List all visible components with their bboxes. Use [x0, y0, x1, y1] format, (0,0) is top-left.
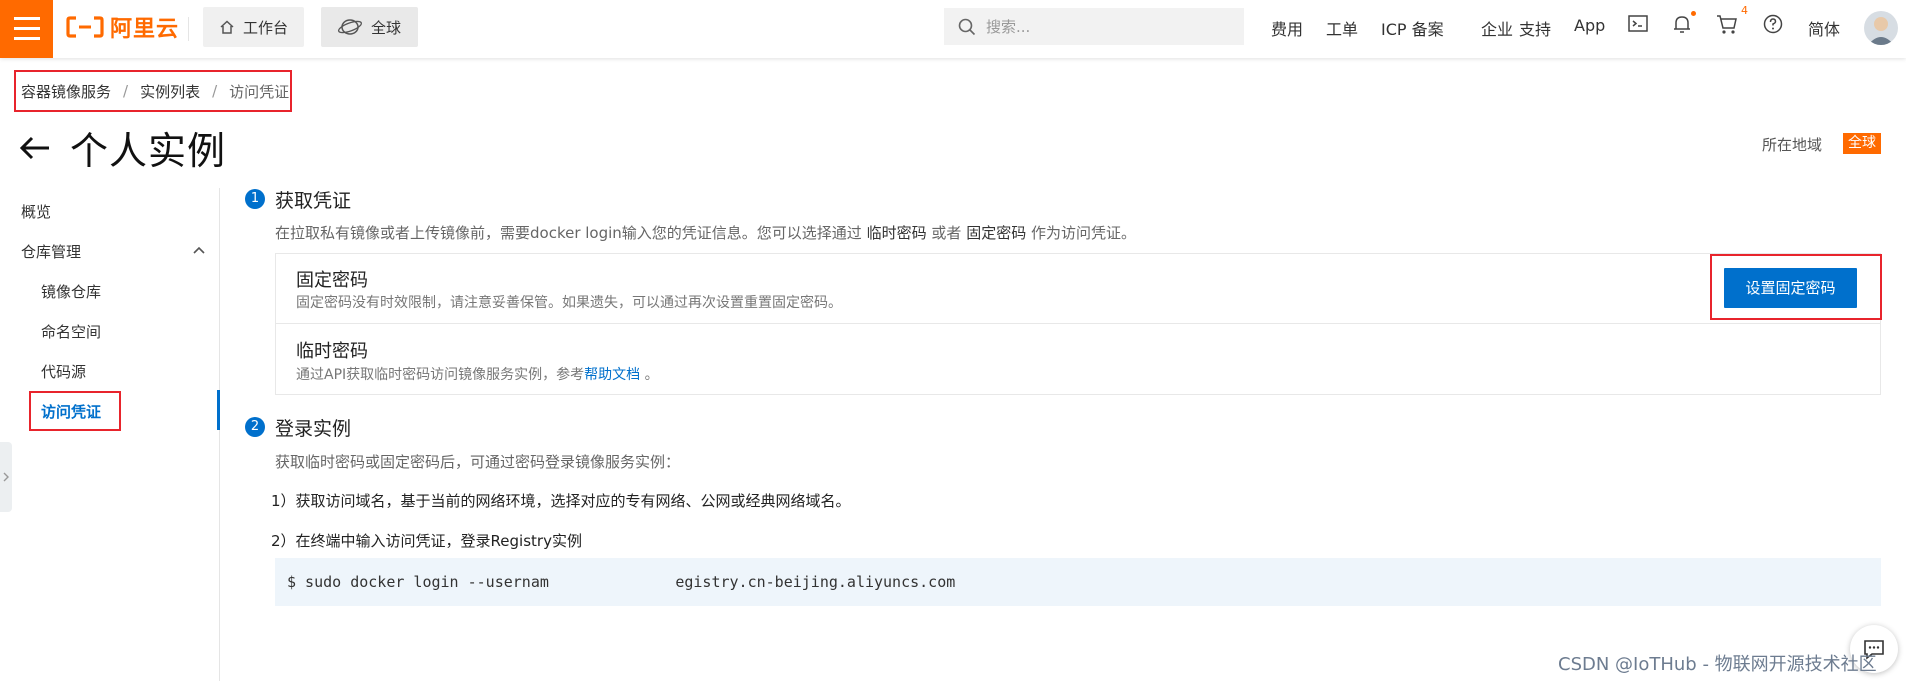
- step2-line-2: 2）在终端中输入访问凭证，登录Registry实例: [271, 532, 582, 550]
- temp-password-card: 临时密码 通过API获取临时密码访问镜像服务实例，参考帮助文档 。: [275, 323, 1881, 395]
- workbench-label: 工作台: [243, 18, 289, 37]
- help-doc-link[interactable]: 帮助文档: [584, 367, 640, 383]
- bell-icon[interactable]: [1671, 13, 1693, 35]
- aliyun-logo-icon: [66, 16, 104, 38]
- sidebar-item-code-source[interactable]: 代码源: [41, 361, 86, 382]
- user-avatar-icon: [1868, 17, 1894, 45]
- nav-link-enterprise[interactable]: 企业: [1481, 16, 1513, 40]
- region-label: 所在地域: [1762, 136, 1823, 154]
- docker-login-command[interactable]: $ sudo docker login --usernam egistry.cn…: [275, 558, 1881, 606]
- search-placeholder: 搜索...: [986, 18, 1031, 36]
- temp-password-desc: 通过API获取临时密码访问镜像服务实例，参考帮助文档 。: [296, 367, 659, 383]
- top-navbar: 阿里云 工作台 全球 搜索... 费用 工单 ICP 备案 企业 支持 App: [0, 0, 1906, 58]
- avatar[interactable]: [1864, 11, 1898, 45]
- back-arrow-icon[interactable]: [18, 134, 52, 162]
- step1-description: 在拉取私有镜像或者上传镜像前，需要docker login输入您的凭证信息。您可…: [275, 224, 1136, 242]
- search-input[interactable]: 搜索...: [944, 8, 1244, 45]
- cart-icon[interactable]: [1715, 13, 1739, 35]
- aliyun-logo[interactable]: 阿里云: [66, 12, 179, 42]
- step-title-login: 登录实例: [275, 418, 352, 440]
- chevron-up-icon[interactable]: [192, 245, 206, 255]
- help-icon[interactable]: [1762, 13, 1784, 35]
- language-switch[interactable]: 简体: [1808, 16, 1840, 40]
- divider: [188, 17, 189, 41]
- fixed-password-card: 固定密码 固定密码没有时效限制，请注意妥善保管。如果遗失，可以通过再次设置重置固…: [275, 253, 1881, 324]
- breadcrumb-item-container-registry[interactable]: 容器镜像服务: [21, 81, 111, 102]
- hamburger-menu-button[interactable]: [0, 0, 53, 58]
- nav-link-tickets[interactable]: 工单: [1326, 16, 1358, 40]
- sidebar-item-namespaces[interactable]: 命名空间: [41, 321, 101, 342]
- sidebar-item-repo-management[interactable]: 仓库管理: [21, 241, 81, 262]
- fixed-password-desc: 固定密码没有时效限制，请注意妥善保管。如果遗失，可以通过再次设置重置固定密码。: [296, 295, 842, 311]
- step2-description: 获取临时密码或固定密码后，可通过密码登录镜像服务实例：: [275, 453, 681, 471]
- step-title-get-credentials: 获取凭证: [275, 190, 352, 212]
- nav-link-icp[interactable]: ICP 备案: [1381, 16, 1444, 40]
- sidebar-item-label: 访问凭证: [41, 402, 102, 421]
- page-title: 个人实例: [70, 129, 227, 173]
- notification-dot: [1691, 11, 1696, 16]
- cart-count-badge: 4: [1741, 4, 1748, 17]
- sidebar-item-image-repos[interactable]: 镜像仓库: [41, 281, 101, 302]
- step-number: 1: [245, 189, 265, 209]
- region-label: 全球: [371, 18, 402, 37]
- step2-line-1: 1）获取访问域名，基于当前的网络环境，选择对应的专有网络、公网或经典网络域名。: [271, 492, 851, 510]
- brand-name: 阿里云: [110, 17, 180, 42]
- region-badge: 全球: [1843, 133, 1881, 154]
- breadcrumb-separator: /: [212, 82, 218, 100]
- chevron-right-icon: [3, 472, 9, 482]
- nav-link-app[interactable]: App: [1574, 16, 1605, 35]
- breadcrumb-separator: /: [123, 82, 129, 100]
- region-switch-tab[interactable]: 全球: [321, 7, 418, 47]
- home-icon: [220, 20, 234, 34]
- breadcrumb: 容器镜像服务 / 实例列表 / 访问凭证: [14, 70, 292, 112]
- search-icon: [958, 18, 976, 35]
- watermark: CSDN @IoTHub - 物联网开源技术社区: [1558, 654, 1877, 675]
- temp-password-title: 临时密码: [296, 341, 368, 362]
- nav-link-fees[interactable]: 费用: [1271, 16, 1303, 40]
- sidebar-item-access-credentials[interactable]: 访问凭证: [29, 391, 121, 431]
- nav-link-support[interactable]: 支持: [1519, 16, 1551, 40]
- step-number: 2: [245, 417, 265, 437]
- sidebar-item-overview[interactable]: 概览: [21, 201, 51, 222]
- page-header: 个人实例: [18, 120, 226, 175]
- terminal-icon[interactable]: [1627, 13, 1649, 35]
- globe-icon: [337, 19, 363, 35]
- sidebar-collapse-handle[interactable]: [0, 442, 12, 512]
- breadcrumb-item-current: 访问凭证: [229, 82, 290, 101]
- workbench-tab[interactable]: 工作台: [203, 7, 305, 47]
- set-fixed-password-button[interactable]: 设置固定密码: [1724, 268, 1857, 308]
- breadcrumb-item-instance-list[interactable]: 实例列表: [140, 81, 200, 102]
- active-indicator: [217, 390, 220, 430]
- fixed-password-title: 固定密码: [296, 270, 368, 291]
